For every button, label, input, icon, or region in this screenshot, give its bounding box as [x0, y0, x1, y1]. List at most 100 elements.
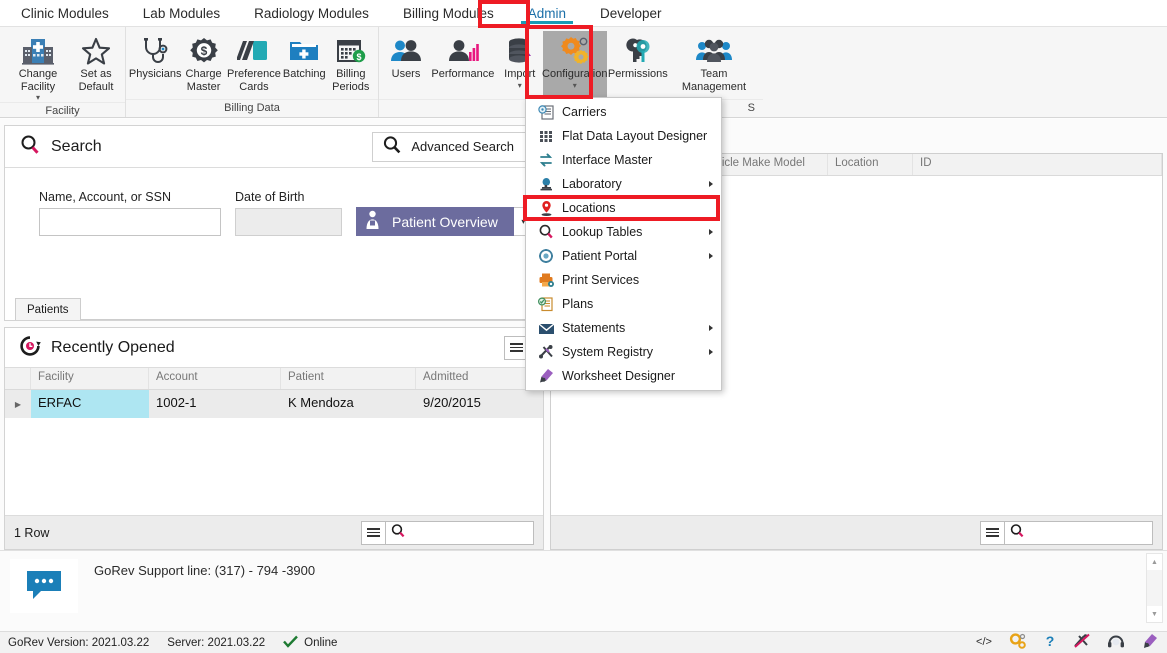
ribbon-tab-label: Clinic Modules: [21, 6, 109, 21]
gear-dollar-icon: $: [189, 34, 219, 68]
column-header-facility[interactable]: Facility: [31, 368, 149, 389]
orders-search-input[interactable]: [1025, 526, 1143, 540]
ribbon-tab-label: Radiology Modules: [254, 6, 369, 21]
menu-item-statements[interactable]: Statements: [526, 316, 721, 340]
ribbon-button-label: Preference Cards: [227, 68, 281, 93]
ribbon-button-preference-cards[interactable]: Preference Cards: [227, 31, 281, 93]
svg-text:</>: </>: [976, 636, 992, 648]
tab-label: Patients: [27, 304, 69, 316]
footer-scrollbar[interactable]: ▲ ▼: [1146, 553, 1163, 623]
tools-disabled-icon[interactable]: [1073, 633, 1091, 652]
ribbon-tab-billing-modules[interactable]: Billing Modules: [386, 0, 511, 26]
ribbon-button-batching[interactable]: Batching: [281, 31, 328, 81]
ribbon-button-users[interactable]: Users: [383, 31, 429, 81]
recently-opened-search-input[interactable]: [406, 526, 524, 540]
ribbon-tab-admin[interactable]: Admin: [511, 0, 583, 26]
ribbon-button-team-management[interactable]: Team Management: [669, 31, 759, 93]
menu-item-print-services[interactable]: Print Services: [526, 268, 721, 292]
menu-item-locations[interactable]: Locations: [526, 196, 721, 220]
menu-item-system-registry[interactable]: System Registry: [526, 340, 721, 364]
status-bar: GoRev Version: 2021.03.22 Server: 2021.0…: [0, 631, 1167, 653]
menu-item-label: Plans: [562, 297, 593, 311]
patient-overview-split-button[interactable]: Patient Overview ▾: [356, 207, 534, 236]
menu-item-worksheet-designer[interactable]: Worksheet Designer: [526, 364, 721, 388]
online-status: Online: [283, 635, 337, 651]
ribbon-button-configuration[interactable]: Configuration ▾: [543, 31, 607, 99]
column-header-id[interactable]: ID: [913, 154, 1162, 175]
headset-icon[interactable]: [1107, 633, 1125, 652]
chat-bubble-icon: [24, 568, 64, 605]
orders-search-box[interactable]: [1005, 521, 1153, 545]
ribbon-button-import[interactable]: Import ▾: [497, 31, 543, 90]
ribbon-button-performance[interactable]: Performance: [429, 31, 497, 81]
search-panel-body: Name, Account, or SSN Date of Birth: [5, 168, 543, 296]
ribbon-tab-developer[interactable]: Developer: [583, 0, 679, 26]
microscope-icon: [534, 176, 558, 192]
cell-account[interactable]: 1002-1: [149, 390, 281, 418]
ribbon-button-physicians[interactable]: Physicians: [130, 31, 180, 81]
scroll-up-icon[interactable]: ▲: [1147, 554, 1162, 570]
recently-opened-search-box[interactable]: [386, 521, 534, 545]
menu-item-patient-portal[interactable]: Patient Portal: [526, 244, 721, 268]
name-account-ssn-input[interactable]: [39, 208, 221, 236]
recently-opened-filter-menu-button[interactable]: [361, 521, 386, 545]
column-header-admitted[interactable]: Admitted: [416, 368, 543, 389]
scroll-down-icon[interactable]: ▼: [1147, 606, 1162, 622]
cell-facility[interactable]: ERFAC: [31, 390, 149, 418]
orders-footer-tools: [980, 521, 1153, 545]
ribbon-tab-label: Billing Modules: [403, 6, 494, 21]
patient-icon: [365, 210, 380, 233]
search-panel-title: Search: [51, 138, 102, 156]
ribbon-tab-clinic-modules[interactable]: Clinic Modules: [4, 0, 126, 26]
ribbon-button-set-as-default[interactable]: Set as Default: [72, 31, 120, 93]
column-header-patient[interactable]: Patient: [281, 368, 416, 389]
ribbon-button-billing-periods[interactable]: $ Billing Periods: [328, 31, 375, 93]
ribbon-button-change-facility[interactable]: Change Facility ▾: [4, 31, 72, 102]
row-indicator-header: [5, 368, 31, 389]
advanced-search-button[interactable]: Advanced Search: [372, 132, 529, 162]
chevron-down-icon[interactable]: ▾: [36, 93, 40, 102]
menu-item-plans[interactable]: Plans: [526, 292, 721, 316]
code-icon[interactable]: </>: [975, 634, 993, 651]
cell-admitted[interactable]: 9/20/2015: [416, 390, 543, 418]
cards-icon: [237, 34, 271, 68]
ribbon-button-label: Billing Periods: [332, 68, 369, 93]
help-icon[interactable]: ?: [1043, 633, 1057, 652]
chevron-down-icon[interactable]: ▾: [573, 81, 577, 90]
tab-patients[interactable]: Patients: [15, 298, 81, 320]
patient-overview-button[interactable]: Patient Overview: [356, 207, 514, 236]
chevron-down-icon[interactable]: ▾: [518, 81, 522, 90]
recently-opened-footer: 1 Row: [5, 515, 543, 549]
ribbon-tab-radiology-modules[interactable]: Radiology Modules: [237, 0, 386, 26]
ribbon-button-charge-master[interactable]: $ Charge Master: [180, 31, 227, 93]
submenu-arrow-icon: [709, 229, 713, 235]
menu-item-laboratory[interactable]: Laboratory: [526, 172, 721, 196]
date-of-birth-input[interactable]: [235, 208, 342, 236]
menu-item-carriers[interactable]: Carriers: [526, 100, 721, 124]
gears-icon[interactable]: [1009, 633, 1027, 652]
paint-icon[interactable]: [1141, 633, 1159, 652]
advanced-search-label: Advanced Search: [411, 139, 514, 154]
table-row[interactable]: ▶ ERFAC 1002-1 K Mendoza 9/20/2015: [5, 390, 543, 418]
menu-item-lookup-tables[interactable]: Lookup Tables: [526, 220, 721, 244]
column-header-location[interactable]: Location: [828, 154, 913, 175]
users-icon: [390, 34, 422, 68]
menu-item-label: Print Services: [562, 273, 639, 287]
menu-item-flat-data-layout-designer[interactable]: Flat Data Layout Designer: [526, 124, 721, 148]
carriers-icon: [534, 104, 558, 121]
application-window: Clinic Modules Lab Modules Radiology Mod…: [0, 0, 1167, 653]
recently-opened-empty-area: [5, 418, 543, 515]
ribbon-button-label: Permissions: [608, 68, 668, 81]
ribbon-button-permissions[interactable]: Permissions: [607, 31, 669, 81]
menu-item-label: Laboratory: [562, 177, 622, 191]
clipboard-check-icon: [534, 296, 558, 312]
active-tab-underline: [521, 21, 573, 24]
ribbon-tab-lab-modules[interactable]: Lab Modules: [126, 0, 237, 26]
orders-filter-menu-button[interactable]: [980, 521, 1005, 545]
ribbon-button-label: Performance: [431, 68, 494, 81]
chat-tile[interactable]: [10, 559, 78, 613]
menu-item-interface-master[interactable]: Interface Master: [526, 148, 721, 172]
menu-item-label: Worksheet Designer: [562, 369, 675, 383]
column-header-account[interactable]: Account: [149, 368, 281, 389]
cell-patient[interactable]: K Mendoza: [281, 390, 416, 418]
